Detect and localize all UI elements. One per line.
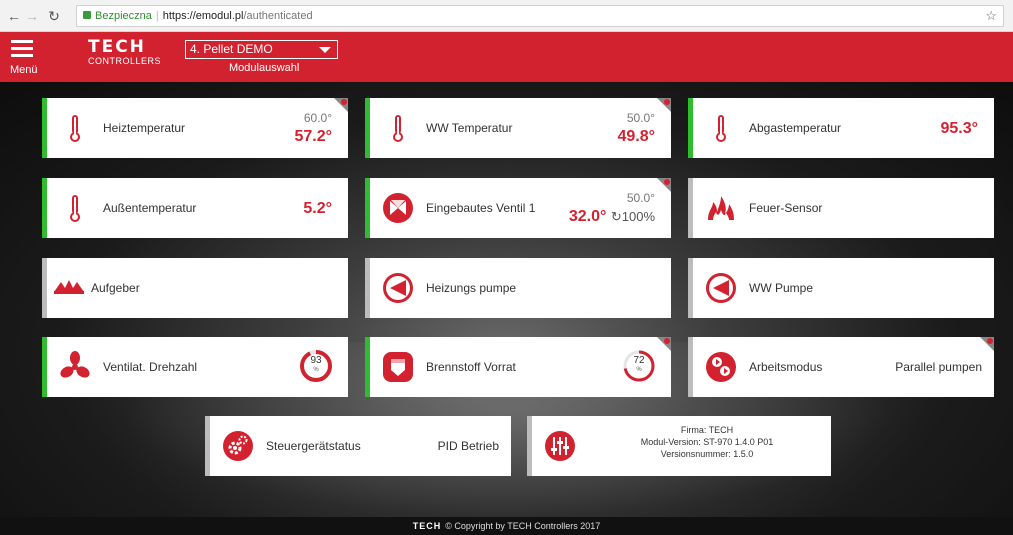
gauge-unit: %: [313, 367, 319, 373]
edit-corner-icon[interactable]: [657, 178, 671, 192]
caret-down-icon: [319, 47, 331, 53]
tile-label: Eingebautes Ventil 1: [426, 201, 536, 215]
fan-icon: [60, 351, 90, 378]
tile-ventil[interactable]: Eingebautes Ventil 1 50.0° 32.0° ↻100%: [365, 178, 671, 238]
tile-ww-pumpe[interactable]: WW Pumpe: [688, 258, 994, 318]
address-bar[interactable]: Bezpieczna | https://emodul.pl/authenticat…: [76, 5, 1004, 27]
reload-icon[interactable]: ↻: [46, 8, 62, 24]
valve-icon: [383, 193, 413, 223]
tile-aufgeber[interactable]: Aufgeber: [42, 258, 348, 318]
tile-module-info[interactable]: Firma: TECH Modul-Version: ST-970 1.4.0 …: [527, 416, 831, 476]
tile-label: Feuer-Sensor: [749, 201, 823, 215]
fuel-icon: [383, 352, 413, 382]
thermometer-icon: [393, 115, 403, 142]
module-info: Firma: TECH Modul-Version: ST-970 1.4.0 …: [592, 424, 822, 460]
ventil-current: 32.0°: [568, 208, 607, 225]
tile-ww-temperatur[interactable]: WW Temperatur 50.0° 49.8°: [365, 98, 671, 158]
secure-label: Bezpieczna: [95, 10, 152, 22]
tile-label: Steuergerätstatus: [266, 439, 361, 453]
forward-arrow-icon[interactable]: →: [24, 8, 40, 24]
opening-percent: 100%: [621, 209, 655, 224]
hamburger-icon: [11, 40, 33, 43]
tile-label: Außentemperatur: [103, 201, 197, 215]
browser-toolbar: ← → ↻ Bezpieczna | https://emodul.pl/authe…: [0, 0, 1013, 32]
thermometer-icon: [70, 195, 80, 222]
gauge-unit: %: [636, 367, 642, 373]
fire-icon: [708, 196, 734, 220]
tile-arbeitsmodus[interactable]: Arbeitsmodus Parallel pumpen: [688, 337, 994, 397]
tile-label: Heiztemperatur: [103, 121, 186, 135]
menu-label: Menü: [10, 64, 38, 76]
logo-sub: CONTROLLERS: [88, 56, 162, 66]
feeder-icon: [54, 280, 84, 294]
bookmark-star-icon[interactable]: ☆: [985, 6, 997, 26]
sliders-icon: [545, 431, 575, 461]
tile-steuergeraetstatus[interactable]: Steuergerätstatus PID Betrieb: [205, 416, 511, 476]
tile-ventilat-drehzahl[interactable]: Ventilat. Drehzahl 93 %: [42, 337, 348, 397]
set-temperature: 60.0°: [303, 111, 332, 125]
current-temperature: 57.2°: [294, 128, 332, 145]
modul-version-text: Modul-Version: ST-970 1.4.0 P01: [640, 437, 774, 447]
edit-corner-icon[interactable]: [657, 98, 671, 112]
mode-value: Parallel pumpen: [895, 360, 982, 374]
current-temperature: 32.0° ↻100%: [569, 208, 655, 226]
tile-aussentemperatur[interactable]: Außentemperatur 5.2°: [42, 178, 348, 238]
current-temperature: 5.2°: [303, 200, 332, 217]
edit-corner-icon[interactable]: [980, 337, 994, 351]
footer: TECH © Copyright by TECH Controllers 2017: [0, 517, 1013, 535]
url-path: /authenticated: [243, 10, 313, 22]
versionsnummer-text: Versionsnummer: 1.5.0: [660, 449, 754, 459]
thermometer-icon: [716, 115, 726, 142]
thermometer-icon: [70, 115, 80, 142]
gauge-value: 93: [310, 355, 322, 366]
tile-abgastemperatur[interactable]: Abgastemperatur 95.3°: [688, 98, 994, 158]
logo-main: TECH: [88, 37, 146, 57]
copyright-text: © Copyright by TECH Controllers 2017: [445, 521, 601, 531]
set-temperature: 50.0°: [626, 111, 655, 125]
edit-corner-icon[interactable]: [657, 337, 671, 351]
dashboard: Heiztemperatur 60.0° 57.2° WW Temperatur…: [0, 82, 1013, 517]
module-label: Modulauswahl: [229, 62, 300, 74]
app-header: Menü TECH CONTROLLERS 4. Pellet DEMO Mod…: [0, 32, 1013, 82]
current-temperature: 95.3°: [940, 120, 978, 137]
tile-label: Brennstoff Vorrat: [426, 360, 516, 374]
firma-text: Firma: TECH: [680, 425, 734, 435]
url-host: https://emodul.pl: [162, 10, 244, 22]
status-value: PID Betrieb: [437, 439, 499, 453]
tile-label: Abgastemperatur: [749, 121, 842, 135]
pump-icon: [383, 273, 413, 303]
hamburger-bar: [11, 54, 33, 57]
mode-icon: [706, 352, 736, 382]
footer-logo: TECH: [412, 521, 442, 531]
tile-label: WW Temperatur: [426, 121, 513, 135]
tile-label: Arbeitsmodus: [749, 360, 823, 374]
tile-label: Heizungs pumpe: [426, 281, 517, 295]
tile-label: WW Pumpe: [749, 281, 814, 295]
fuel-level-gauge: [623, 350, 655, 382]
fan-speed-gauge: [300, 350, 332, 382]
tile-feuer-sensor[interactable]: Feuer-Sensor: [688, 178, 994, 238]
tile-label: Ventilat. Drehzahl: [103, 360, 198, 374]
tile-heizungspumpe[interactable]: Heizungs pumpe: [365, 258, 671, 318]
tile-brennstoff-vorrat[interactable]: Brennstoff Vorrat 72 %: [365, 337, 671, 397]
module-select[interactable]: 4. Pellet DEMO: [185, 40, 338, 59]
menu-button[interactable]: Menü: [10, 38, 46, 78]
tile-label: Aufgeber: [91, 281, 140, 295]
tile-heiztemperatur[interactable]: Heiztemperatur 60.0° 57.2°: [42, 98, 348, 158]
set-temperature: 50.0°: [626, 191, 655, 205]
current-temperature: 49.8°: [617, 128, 655, 145]
pump-icon: [706, 273, 736, 303]
gears-icon: [223, 431, 253, 461]
ventil-opening: ↻100%: [610, 209, 655, 224]
tech-logo: TECH CONTROLLERS: [88, 37, 162, 68]
lock-icon: [83, 11, 91, 19]
gauge-value: 72: [633, 355, 645, 366]
hamburger-bar: [11, 47, 33, 50]
edit-corner-icon[interactable]: [334, 98, 348, 112]
back-arrow-icon[interactable]: ←: [6, 8, 22, 24]
module-selected: 4. Pellet DEMO: [190, 42, 273, 56]
